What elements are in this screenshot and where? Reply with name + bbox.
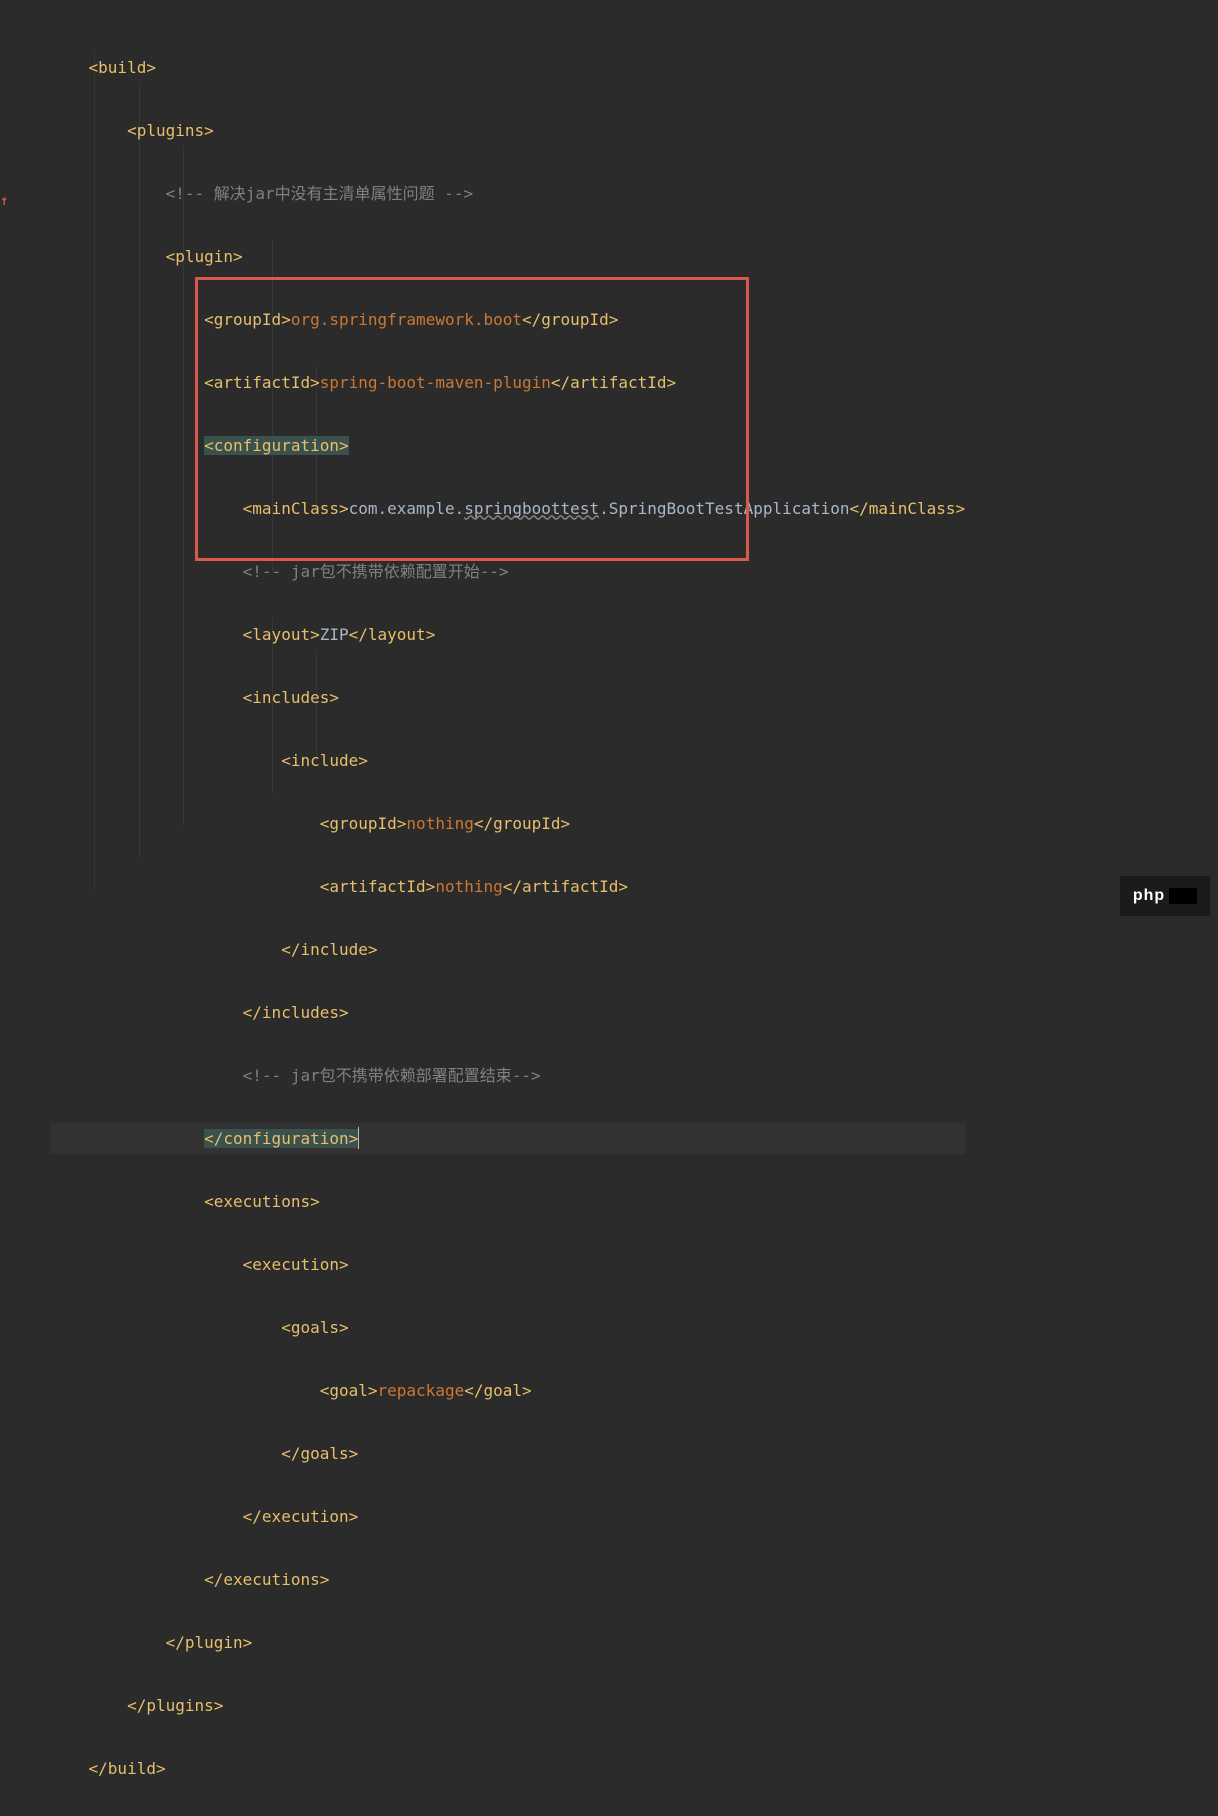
code-line: <include>	[50, 745, 965, 777]
code-line: <goal>repackage</goal>	[50, 1375, 965, 1407]
code-line: <!-- jar包不携带依赖配置开始-->	[50, 556, 965, 588]
matched-tag-open: <configuration>	[204, 436, 349, 455]
code-line: </goals>	[50, 1438, 965, 1470]
watermark-block-icon	[1169, 888, 1197, 904]
watermark-badge: php	[1120, 876, 1210, 916]
code-line: <groupId>org.springframework.boot</group…	[50, 304, 965, 336]
code-line: </includes>	[50, 997, 965, 1029]
code-line: <plugins>	[50, 115, 965, 147]
code-line: <artifactId>spring-boot-maven-plugin</ar…	[50, 367, 965, 399]
code-line: <!-- 解决jar中没有主清单属性问题 -->	[50, 178, 965, 210]
code-line: <plugin>	[50, 241, 965, 273]
code-line: </execution>	[50, 1501, 965, 1533]
text-cursor	[358, 1127, 359, 1149]
code-line: <layout>ZIP</layout>	[50, 619, 965, 651]
code-line: <mainClass>com.example.springboottest.Sp…	[50, 493, 965, 525]
code-line: <configuration>	[50, 430, 965, 462]
matched-tag-close: </configuration>	[204, 1129, 358, 1148]
code-line: <artifactId>nothing</artifactId>	[50, 871, 965, 903]
code-line: <execution>	[50, 1249, 965, 1281]
vcs-change-arrow-icon: ↑	[0, 186, 8, 218]
code-line-current: </configuration>	[50, 1123, 965, 1155]
code-line: <executions>	[50, 1186, 965, 1218]
code-line: <build>	[50, 52, 965, 84]
code-line: </plugin>	[50, 1627, 965, 1659]
code-line: <groupId>nothing</groupId>	[50, 808, 965, 840]
code-line: <goals>	[50, 1312, 965, 1344]
code-line: </include>	[50, 934, 965, 966]
code-editor-content[interactable]: <build> <plugins> <!-- 解决jar中没有主清单属性问题 -…	[50, 20, 965, 1816]
editor-gutter: ↑	[0, 0, 50, 924]
code-line: </build>	[50, 1753, 965, 1785]
code-line: <!-- jar包不携带依赖部署配置结束-->	[50, 1060, 965, 1092]
code-line: </plugins>	[50, 1690, 965, 1722]
code-line: <includes>	[50, 682, 965, 714]
code-line: </executions>	[50, 1564, 965, 1596]
